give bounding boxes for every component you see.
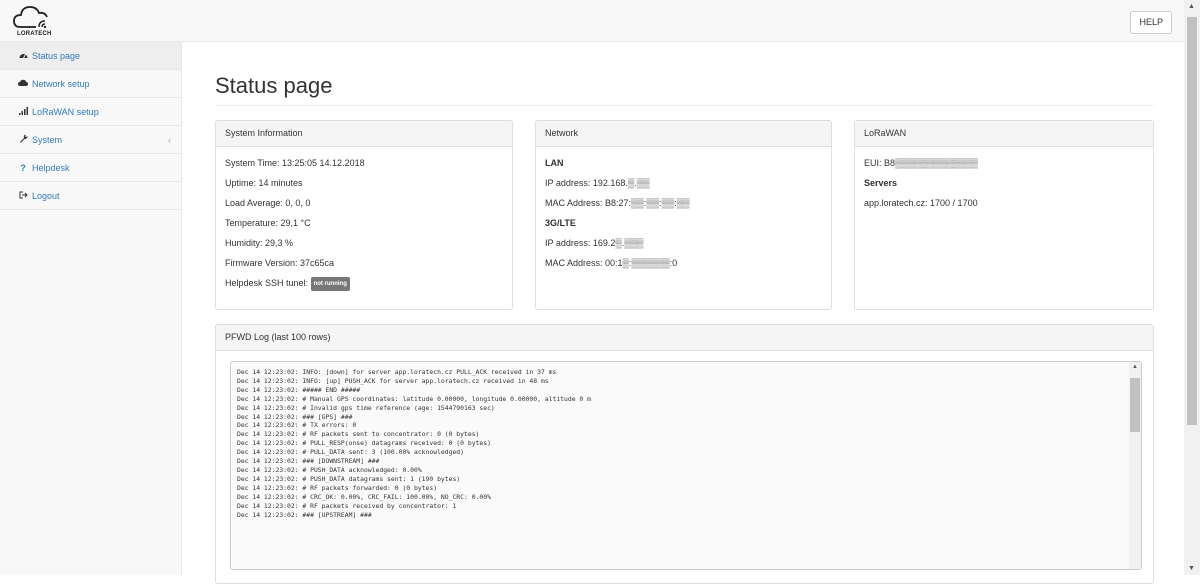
servers-heading: Servers <box>864 178 898 188</box>
log-line: Dec 14 12:23:02: INFO: [down] for server… <box>237 368 557 376</box>
title-divider <box>215 105 1154 106</box>
sidebar: Status page Network setup LoRaWAN setup … <box>0 42 182 575</box>
cloud-icon <box>18 79 28 88</box>
ssh-label: Helpdesk SSH tunel: <box>225 278 309 288</box>
sidebar-item-helpdesk[interactable]: ? Helpdesk <box>0 154 181 182</box>
status-badge: not running <box>310 277 350 291</box>
network-panel: Network LAN IP address: 192.168.▒.▒▒ MAC… <box>535 120 832 310</box>
humidity: Humidity: 29,3 % <box>225 238 294 248</box>
server-entry: app.loratech.cz: 1700 / 1700 <box>864 198 978 208</box>
sidebar-item-label: Logout <box>32 190 60 201</box>
window-scroll-thumb[interactable] <box>1187 17 1197 425</box>
log-line: Dec 14 12:23:02: ### [UPSTREAM] ### <box>237 510 372 519</box>
uptime: Uptime: 14 minutes <box>225 178 303 188</box>
log-line: Dec 14 12:23:02: ##### END ##### <box>237 385 361 394</box>
log-line: Dec 14 12:23:02: # TX errors: 0 <box>237 421 357 430</box>
page-title: Status page <box>215 73 333 98</box>
panel-heading: PFWD Log (last 100 rows) <box>216 325 1153 351</box>
temperature: Temperature: 29,1 °C <box>225 218 311 228</box>
main-content: Status page System Information System Ti… <box>183 42 1184 584</box>
log-line: Dec 14 12:23:02: # CRC_OK: 0.00%, CRC_FA… <box>237 492 491 501</box>
log-line: Dec 14 12:23:02: # PUSH_DATA acknowledge… <box>237 465 422 474</box>
log-line: Dec 14 12:23:02: # RF packets forwarded:… <box>237 483 438 492</box>
sidebar-item-label: Helpdesk <box>32 162 70 173</box>
system-information-panel: System Information System Time: 13:25:05… <box>215 120 513 310</box>
lte-heading: 3G/LTE <box>545 218 576 228</box>
load-average: Load Average: 0, 0, 0 <box>225 198 311 208</box>
sidebar-item-label: System <box>32 134 63 145</box>
top-navbar: LORATECH HELP <box>0 0 1184 42</box>
lan-ip-address: IP address: 192.168.▒.▒▒ <box>545 178 650 188</box>
lan-heading: LAN <box>545 158 564 168</box>
log-line: Dec 14 12:23:02: ### [DOWNSTREAM] ### <box>237 457 380 466</box>
panel-heading: System Information <box>216 121 512 147</box>
lte-ip-address: IP address: 169.2▒.▒▒▒ <box>545 238 644 248</box>
lorawan-panel: LoRaWAN EUI: B8▒▒▒▒▒▒▒▒▒▒▒▒▒ Servers app… <box>854 120 1154 310</box>
sidebar-item-label: Status page <box>32 50 81 61</box>
logo-text: LORATECH <box>17 31 52 37</box>
dashboard-icon <box>18 51 28 61</box>
lte-mac-address: MAC Address: 00:1▒:▒▒▒▒▒▒:0 <box>545 258 678 268</box>
chevron-left-icon[interactable]: ‹ <box>168 135 171 145</box>
helpdesk-ssh-row: Helpdesk SSH tunel: not running <box>225 277 512 297</box>
sidebar-item-label: LoRaWAN setup <box>32 106 99 117</box>
log-line: Dec 14 12:23:02: # RF packets received b… <box>237 501 457 510</box>
log-line: Dec 14 12:23:02: # Manual GPS coordinate… <box>237 394 591 403</box>
log-scrollbar[interactable]: ▲ <box>1129 362 1141 569</box>
log-line: Dec 14 12:23:02: INFO: [up] PUSH_ACK for… <box>237 376 549 385</box>
cloud-logo-icon <box>13 6 48 29</box>
firmware-version: Firmware Version: 37c65ca <box>225 258 335 268</box>
log-line: Dec 14 12:23:02: # PULL_DATA sent: 3 (10… <box>237 448 465 457</box>
sidebar-item-label: Network setup <box>32 78 90 89</box>
sidebar-item-logout[interactable]: Logout <box>0 182 181 210</box>
lan-mac-address: MAC Address: B8:27:▒▒:▒▒:▒▒:▒▒ <box>545 198 690 208</box>
log-line: Dec 14 12:23:02: ### [GPS] ### <box>237 412 353 421</box>
log-scroll-thumb[interactable] <box>1130 378 1140 432</box>
logout-icon <box>18 191 28 201</box>
question-icon: ? <box>20 162 26 173</box>
scroll-up-icon[interactable]: ▲ <box>1188 3 1195 10</box>
log-line: Dec 14 12:23:02: # PULL_RESP(onse) datag… <box>237 439 491 448</box>
log-lines: Dec 14 12:23:02: INFO: [down] for server… <box>231 362 1141 519</box>
help-button[interactable]: HELP <box>1130 11 1172 34</box>
wrench-icon <box>18 134 28 145</box>
gateway-eui: EUI: B8▒▒▒▒▒▒▒▒▒▒▒▒▒ <box>864 158 978 168</box>
log-line: Dec 14 12:23:02: # RF packets sent to co… <box>237 430 480 439</box>
panel-heading: LoRaWAN <box>855 121 1153 147</box>
signal-icon <box>18 106 28 117</box>
sidebar-item-status-page[interactable]: Status page <box>0 42 181 70</box>
loratech-logo[interactable]: LORATECH <box>12 3 52 39</box>
scroll-down-icon[interactable]: ▼ <box>1188 565 1195 572</box>
system-time: System Time: 13:25:05 14.12.2018 <box>225 158 365 168</box>
scroll-up-icon[interactable]: ▲ <box>1132 364 1138 370</box>
panel-heading: Network <box>536 121 831 147</box>
sidebar-item-network-setup[interactable]: Network setup <box>0 70 181 98</box>
log-line: Dec 14 12:23:02: # Invalid gps time refe… <box>237 403 495 412</box>
sidebar-item-system[interactable]: System ‹ <box>0 126 181 154</box>
window-scrollbar[interactable]: ▲ ▼ <box>1184 0 1200 575</box>
sidebar-item-lorawan-setup[interactable]: LoRaWAN setup <box>0 98 181 126</box>
log-line: Dec 14 12:23:02: # PUSH_DATA datagrams s… <box>237 474 461 483</box>
pfwd-log-panel: PFWD Log (last 100 rows) Dec 14 12:23:02… <box>215 324 1154 584</box>
log-textarea[interactable]: Dec 14 12:23:02: INFO: [down] for server… <box>230 361 1142 570</box>
